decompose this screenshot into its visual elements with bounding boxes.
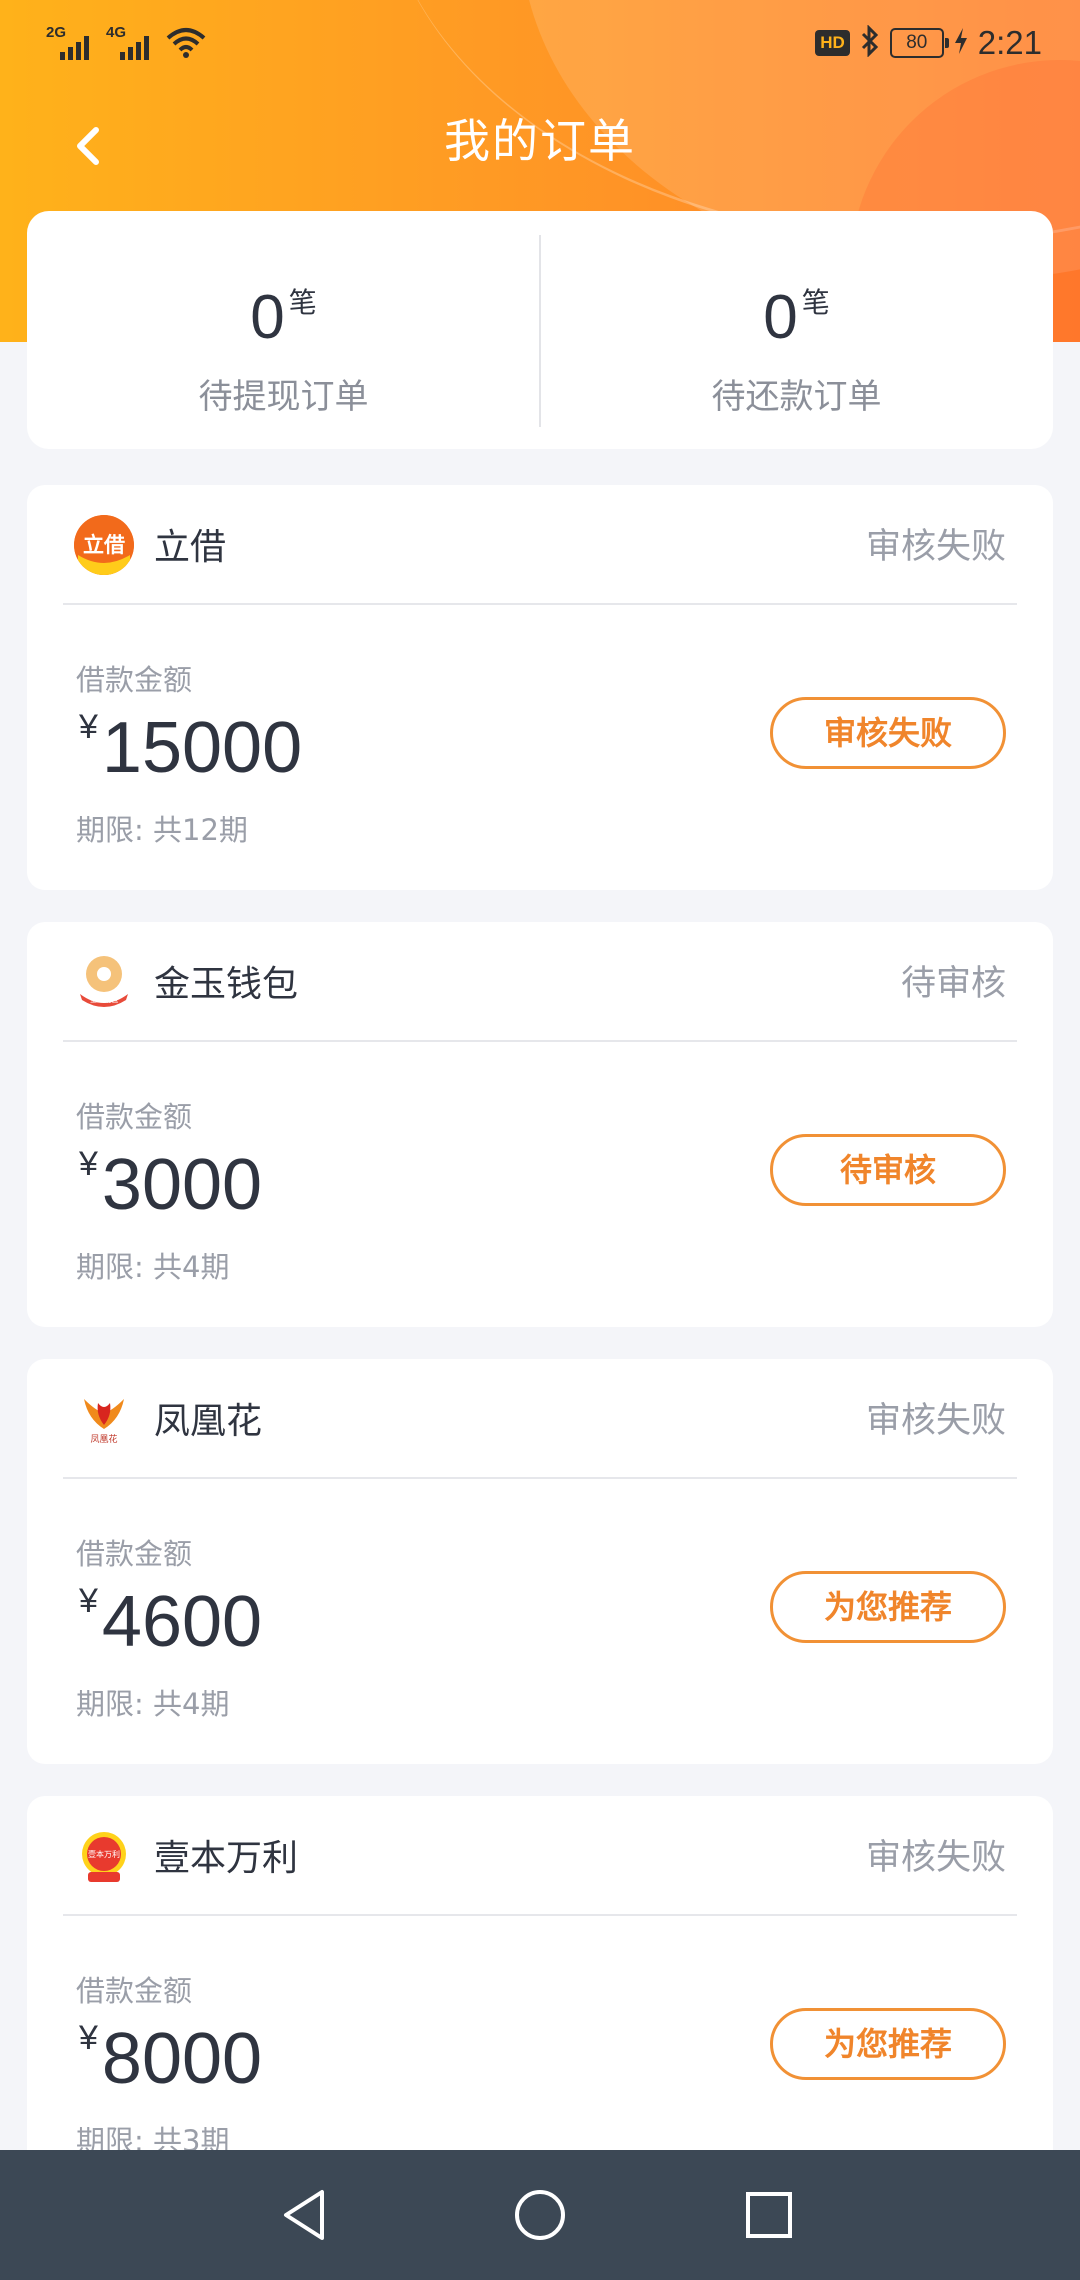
fenghuanghua-logo-icon: 凤凰花 <box>74 1389 134 1449</box>
charging-icon <box>954 27 968 59</box>
order-status: 审核失败 <box>865 1838 1006 1878</box>
order-header: 立借 立借 审核失败 <box>27 485 1053 603</box>
order-action-button[interactable]: 为您推荐 <box>770 2008 1006 2080</box>
order-card[interactable]: 立借 立借 审核失败 借款金额 ¥15000 期限: 共12期 审核失败 <box>27 485 1053 890</box>
order-card[interactable]: 壹本万利 壹本万利 审核失败 借款金额 ¥8000 期限: 共3期 为您推荐 <box>27 1796 1053 2201</box>
nav-recents-button[interactable] <box>734 2180 804 2250</box>
loan-term: 期限: 共12期 <box>76 813 248 847</box>
logo-text: 金玉钱包 <box>90 995 118 1004</box>
amount-value: 3000 <box>101 1145 263 1225</box>
status-left: 2G 4G <box>46 24 206 60</box>
pending-repay-count: 0笔 <box>540 281 1053 353</box>
pending-withdraw-summary[interactable]: 0笔 待提现订单 <box>27 211 540 449</box>
order-header: 金玉钱包 金玉钱包 待审核 <box>27 922 1053 1040</box>
order-divider <box>63 1040 1017 1042</box>
currency-symbol: ¥ <box>79 1582 98 1620</box>
triangle-back-icon <box>284 2190 324 2240</box>
pending-repay-summary[interactable]: 0笔 待还款订单 <box>540 211 1053 449</box>
order-divider <box>63 1477 1017 1479</box>
currency-symbol: ¥ <box>79 1145 98 1183</box>
loan-amount: ¥8000 <box>79 2018 262 2100</box>
logo-text: 凤凰花 <box>90 1433 117 1445</box>
order-card[interactable]: 金玉钱包 金玉钱包 待审核 借款金额 ¥3000 期限: 共4期 待审核 <box>27 922 1053 1327</box>
count-unit: 笔 <box>801 286 830 319</box>
count-value: 0 <box>250 283 285 352</box>
bluetooth-icon <box>860 24 880 61</box>
loan-amount: ¥4600 <box>79 1581 262 1663</box>
yibenwanli-logo-icon: 壹本万利 <box>74 1826 134 1886</box>
lijie-logo-icon: 立借 <box>74 515 134 575</box>
jinyu-wallet-logo-icon: 金玉钱包 <box>74 952 134 1012</box>
nav-back-button[interactable] <box>272 2180 342 2250</box>
lender-name: 凤凰花 <box>154 1401 263 1442</box>
loan-term: 期限: 共4期 <box>76 1250 230 1284</box>
count-value: 0 <box>763 283 798 352</box>
pending-withdraw-count: 0笔 <box>27 281 540 353</box>
order-status: 审核失败 <box>865 527 1006 567</box>
loan-amount: ¥3000 <box>79 1144 262 1226</box>
order-action-button[interactable]: 待审核 <box>770 1134 1006 1206</box>
order-divider <box>63 603 1017 605</box>
lender-name: 金玉钱包 <box>154 964 299 1005</box>
pending-withdraw-label: 待提现订单 <box>198 377 369 417</box>
nav-home-button[interactable] <box>505 2180 575 2250</box>
cell-signal-1-icon: 2G <box>46 24 98 60</box>
square-recents-icon <box>746 2192 792 2238</box>
battery-icon: 80 <box>889 28 949 58</box>
system-navigation-bar <box>0 2150 1080 2280</box>
order-header: 壹本万利 壹本万利 审核失败 <box>27 1796 1053 1914</box>
logo-text: 立借 <box>83 533 125 557</box>
currency-symbol: ¥ <box>79 708 98 746</box>
order-divider <box>63 1914 1017 1916</box>
order-status: 审核失败 <box>865 1401 1006 1441</box>
amount-value: 4600 <box>101 1582 263 1662</box>
order-summary-card: 0笔 待提现订单 0笔 待还款订单 <box>27 211 1053 449</box>
currency-symbol: ¥ <box>79 2019 98 2057</box>
loan-amount: ¥15000 <box>79 707 302 789</box>
page-title: 我的订单 <box>444 114 636 168</box>
amount-value: 15000 <box>101 708 303 788</box>
order-action-button[interactable]: 为您推荐 <box>770 1571 1006 1643</box>
cell-signal-2-icon: 4G <box>106 24 158 60</box>
lender-name: 壹本万利 <box>154 1838 299 1879</box>
order-card[interactable]: 凤凰花 凤凰花 审核失败 借款金额 ¥4600 期限: 共4期 为您推荐 <box>27 1359 1053 1764</box>
loan-term: 期限: 共4期 <box>76 1687 230 1721</box>
wifi-icon <box>166 24 206 60</box>
status-bar: 2G 4G HD 80 2:21 <box>0 0 1080 90</box>
amount-label: 借款金额 <box>76 1100 193 1134</box>
amount-value: 8000 <box>101 2019 263 2099</box>
circle-home-icon <box>515 2190 565 2240</box>
clock: 2:21 <box>977 24 1042 61</box>
pending-repay-label: 待还款订单 <box>711 377 882 417</box>
count-unit: 笔 <box>288 286 317 319</box>
amount-label: 借款金额 <box>76 1537 193 1571</box>
order-status: 待审核 <box>900 964 1006 1004</box>
status-right: HD 80 2:21 <box>815 24 1042 62</box>
amount-label: 借款金额 <box>76 663 193 697</box>
amount-label: 借款金额 <box>76 1974 193 2008</box>
logo-text: 壹本万利 <box>88 1849 120 1859</box>
order-header: 凤凰花 凤凰花 审核失败 <box>27 1359 1053 1477</box>
lender-name: 立借 <box>154 527 227 568</box>
order-action-button[interactable]: 审核失败 <box>770 697 1006 769</box>
hd-badge: HD <box>815 30 850 56</box>
